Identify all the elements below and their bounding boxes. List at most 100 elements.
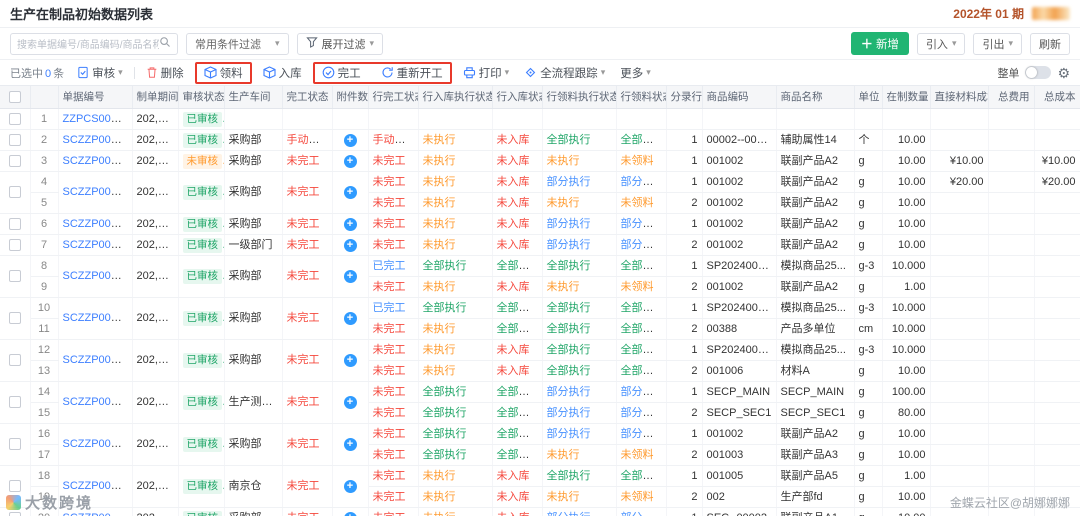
cell-entry-no: 1 — [666, 423, 703, 445]
cell-item-name: SECP_MAIN — [776, 381, 855, 403]
cell-material-cost — [930, 129, 989, 151]
cell-inbound-exec: 全部执行 — [418, 297, 493, 319]
row-checkbox[interactable] — [8, 270, 21, 283]
whole-doc-toggle[interactable] — [1025, 66, 1052, 79]
row-number: 3 — [30, 150, 59, 172]
cell-total-fee — [988, 129, 1035, 151]
print-button[interactable]: 打印 ▾ — [459, 65, 514, 81]
refresh-button[interactable]: 刷新 — [1030, 32, 1070, 55]
checkbox-cell — [0, 234, 31, 256]
row-checkbox[interactable] — [8, 154, 21, 167]
cell-attachment: + — [332, 423, 369, 466]
doc-link[interactable]: SCZZP00084 — [63, 270, 130, 282]
cell-material-cost — [930, 234, 989, 256]
cell-inbound-exec: 未执行 — [418, 234, 493, 256]
cell-item-code: SEC--00002 — [702, 507, 777, 516]
doc-link[interactable]: SCZZP00062 — [63, 480, 130, 492]
add-button[interactable]: ＋新增 — [850, 32, 909, 55]
finish-icon — [322, 66, 335, 79]
row-number: 12 — [30, 339, 59, 361]
common-filter-select[interactable]: 常用条件过滤 ▾ — [186, 32, 289, 55]
cell-inbound-status: 全部入库 — [492, 444, 543, 466]
cell-total-fee — [988, 381, 1035, 403]
cell-picking-status: 全部领料 — [616, 465, 667, 487]
column-header: 生产车间 — [224, 86, 283, 109]
restart-button[interactable]: 重新开工 — [377, 65, 447, 81]
doc-link[interactable]: SCZZP00088 — [63, 155, 130, 167]
cell-doc-id: SCZZP00086 — [58, 213, 133, 235]
add-attachment-button[interactable]: + — [343, 396, 357, 409]
cell-inbound-exec — [418, 108, 493, 130]
add-attachment-button[interactable]: + — [343, 186, 357, 199]
cell-inbound-exec: 未执行 — [418, 318, 493, 340]
row-checkbox[interactable] — [8, 438, 21, 451]
cell-item-name: 联副产品A2 — [776, 213, 855, 235]
more-button[interactable]: 更多 ▾ — [616, 65, 655, 81]
add-attachment-button[interactable]: + — [343, 438, 357, 451]
cell-period: 202,201 — [132, 465, 179, 508]
expand-filter-button[interactable]: 展开过滤 ▾ — [296, 32, 384, 55]
cell-picking-exec — [542, 108, 617, 130]
cell-inbound-exec: 未执行 — [418, 171, 493, 193]
cell-picking-status: 部分领料 — [616, 507, 667, 516]
doc-link[interactable]: SCZZP00082 — [63, 354, 130, 366]
add-attachment-button[interactable]: + — [343, 238, 357, 252]
row-checkbox[interactable] — [8, 133, 21, 146]
row-checkbox[interactable] — [8, 312, 21, 325]
doc-link[interactable]: SCZZP00086 — [63, 218, 130, 230]
row-checkbox[interactable] — [8, 480, 21, 493]
row-checkbox[interactable] — [8, 238, 21, 251]
add-attachment-button[interactable]: + — [343, 354, 357, 367]
doc-link[interactable]: SCZZP00083 — [63, 312, 130, 324]
finish-button[interactable]: 完工 — [318, 65, 365, 81]
select-all-checkbox[interactable] — [8, 90, 21, 103]
doc-link[interactable]: ZZPCS00037 — [63, 113, 130, 125]
add-attachment-button[interactable]: + — [343, 217, 357, 231]
add-attachment-button[interactable]: + — [343, 154, 357, 168]
row-checkbox[interactable] — [8, 186, 21, 199]
cell-period: 202,201 — [132, 507, 179, 516]
audit-button[interactable]: 审核 ▾ — [73, 65, 127, 81]
row-checkbox[interactable] — [8, 112, 21, 125]
cell-picking-exec: 部分执行 — [542, 423, 617, 445]
cell-material-cost — [930, 402, 989, 424]
doc-link[interactable]: SCZZP00087 — [63, 186, 130, 198]
checkbox-cell — [0, 423, 31, 466]
cell-unit: g — [854, 381, 883, 403]
inbound-button[interactable]: 入库 — [259, 65, 306, 81]
row-number: 14 — [30, 381, 59, 403]
import-button[interactable]: 引入 ▾ — [916, 32, 966, 55]
add-attachment-button[interactable]: + — [343, 270, 357, 283]
cell-total-cost — [1034, 339, 1080, 361]
doc-link[interactable]: SCZZP00089 — [63, 134, 130, 146]
cell-total-cost — [1034, 297, 1080, 319]
cell-total-fee — [988, 402, 1035, 424]
trace-button[interactable]: 全流程跟踪 ▾ — [520, 65, 609, 81]
add-attachment-button[interactable]: + — [343, 480, 357, 493]
cell-picking-status: 未领料 — [616, 276, 667, 298]
gear-icon[interactable]: ⚙ — [1057, 66, 1070, 80]
cell-total-cost — [1034, 402, 1080, 424]
add-attachment-button[interactable]: + — [343, 511, 357, 516]
cell-picking-exec: 部分执行 — [542, 507, 617, 516]
add-attachment-button[interactable]: + — [343, 312, 357, 325]
cell-total-fee — [988, 465, 1035, 487]
table-row: 7 SCZZP00085 202,201 已审核 一级部门 未完工 + 未完工 未执行 未入库 部分… — [0, 234, 1080, 256]
watermark-right-text: 金蝶云社区@胡娜娜娜 — [949, 496, 1070, 510]
cell-inbound-exec: 未执行 — [418, 192, 493, 214]
cell-doc-id: SCZZP00068 — [58, 381, 133, 424]
search-input[interactable]: 搜索单据编号/商品编码/商品名称/车间 — [10, 32, 178, 55]
cell-entry-no: 1 — [666, 507, 703, 516]
doc-link[interactable]: SCZZP00068 — [63, 396, 130, 408]
delete-button[interactable]: 删除 — [142, 65, 188, 81]
row-checkbox[interactable] — [8, 396, 21, 409]
add-attachment-button[interactable]: + — [343, 133, 357, 147]
doc-link[interactable]: SCZZP00085 — [63, 239, 130, 251]
picking-button[interactable]: 领料 — [200, 65, 247, 81]
row-checkbox[interactable] — [8, 217, 21, 230]
cell-material-cost — [930, 213, 989, 235]
export-button[interactable]: 引出 ▾ — [973, 32, 1022, 55]
cell-item-code: 001002 — [702, 192, 777, 214]
row-checkbox[interactable] — [8, 354, 21, 367]
doc-link[interactable]: SCZZP00064 — [63, 438, 130, 450]
